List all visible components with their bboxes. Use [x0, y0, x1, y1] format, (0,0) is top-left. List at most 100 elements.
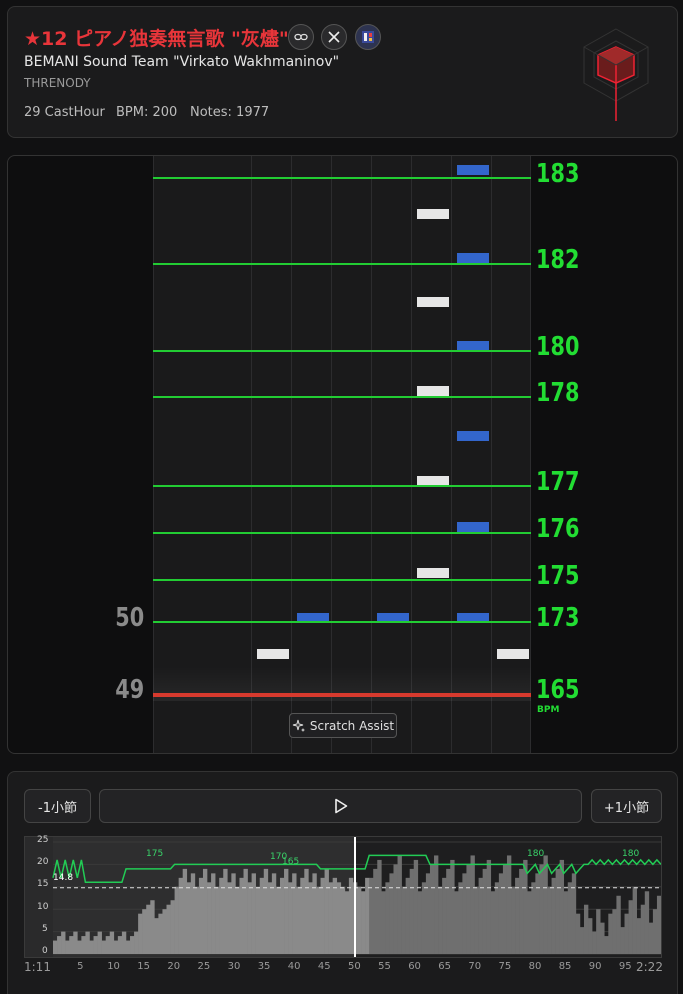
- bpm-change-label: 175: [536, 561, 580, 591]
- density-bar: [312, 873, 317, 954]
- bpm-change-line: [153, 263, 531, 265]
- link-icon: [294, 33, 308, 41]
- density-bar: [397, 855, 402, 954]
- density-bar: [592, 931, 597, 954]
- bpm-change-line: [153, 621, 531, 623]
- density-bar: [267, 882, 273, 954]
- density-bar: [105, 936, 111, 954]
- density-bar: [567, 882, 573, 954]
- density-bar: [81, 936, 86, 954]
- density-bar: [109, 931, 115, 954]
- bpm-change-line: [153, 579, 531, 581]
- radar-chart-icon: [583, 28, 649, 121]
- density-bar: [348, 877, 354, 954]
- note-white: [257, 649, 289, 659]
- density-bar: [190, 873, 196, 954]
- density-bar: [275, 886, 281, 954]
- density-bar: [588, 918, 593, 954]
- density-bar: [284, 868, 289, 954]
- density-bar: [365, 877, 370, 954]
- density-bar: [202, 868, 208, 954]
- open-app-button[interactable]: [355, 24, 381, 50]
- graph-bpm-label: 180: [527, 849, 545, 859]
- density-bar: [227, 882, 232, 954]
- density-bar: [612, 909, 617, 954]
- bpm-change-label: 183: [536, 159, 580, 189]
- x-tick-label: 55: [378, 961, 391, 972]
- density-bar: [377, 859, 382, 954]
- x-tick-label: 60: [408, 961, 421, 972]
- density-bar: [134, 931, 139, 954]
- density-bar: [73, 931, 78, 954]
- density-bar: [385, 882, 390, 954]
- density-bar: [117, 936, 123, 954]
- density-bar: [194, 886, 200, 954]
- density-bar: [154, 918, 159, 954]
- density-bar: [543, 855, 548, 954]
- density-bar: [466, 864, 471, 954]
- density-bar: [146, 904, 151, 954]
- density-bar: [454, 891, 459, 954]
- density-bar: [640, 904, 646, 954]
- density-bar: [174, 886, 179, 954]
- density-bar: [235, 886, 240, 954]
- x-tick-label: 90: [588, 961, 602, 972]
- measure-number: 50: [115, 603, 144, 633]
- density-bar: [198, 877, 204, 954]
- density-bpm-graph[interactable]: 25 20 15 10 5 0 14.8 175 170 165 180 180: [24, 835, 662, 958]
- density-bar: [555, 868, 560, 954]
- bpm-unit-label: BPM: [537, 705, 560, 715]
- density-bar: [344, 891, 350, 954]
- x-tick-label: 65: [438, 961, 452, 972]
- play-button[interactable]: [99, 789, 582, 823]
- chart-scroll-view[interactable]: 183 182 180 178 177 176 175 173 50 165 B…: [7, 155, 678, 754]
- density-bar: [409, 868, 415, 954]
- graph-canvas[interactable]: [25, 837, 662, 957]
- density-bar: [186, 882, 192, 954]
- prev-measure-button[interactable]: -1小節: [24, 789, 91, 823]
- graph-bpm-label: 180: [622, 849, 640, 859]
- note-white: [417, 386, 449, 396]
- density-bar: [85, 931, 90, 954]
- density-bar: [215, 886, 220, 954]
- density-bar: [381, 891, 386, 954]
- density-bar: [357, 886, 362, 954]
- share-x-button[interactable]: [321, 24, 347, 50]
- note-blue: [457, 522, 489, 532]
- density-bar: [340, 886, 346, 954]
- density-bar: [405, 877, 410, 954]
- next-measure-button[interactable]: +1小節: [591, 789, 662, 823]
- density-bar: [207, 882, 212, 954]
- density-bar: [231, 873, 236, 954]
- density-bar: [596, 909, 601, 954]
- x-tick-label: 40: [287, 961, 301, 972]
- density-bar: [304, 868, 309, 954]
- artist-name: BEMANI Sound Team "Virkato Wakhmaninov": [24, 54, 340, 70]
- density-bar: [255, 886, 261, 954]
- density-bar: [515, 877, 520, 954]
- density-bar: [77, 940, 82, 954]
- density-bar: [575, 913, 581, 954]
- note-white: [417, 297, 449, 307]
- y-tick-label: 15: [37, 879, 49, 889]
- density-bar: [608, 913, 613, 954]
- y-tick-label: 0: [42, 946, 48, 956]
- density-bar: [121, 931, 127, 954]
- density-bar: [288, 882, 293, 954]
- density-bar: [223, 868, 228, 954]
- density-bar: [527, 891, 532, 954]
- density-bar: [211, 873, 216, 954]
- copy-link-button[interactable]: [288, 24, 314, 50]
- density-bar: [462, 873, 467, 954]
- x-tick-label: 35: [257, 961, 271, 972]
- density-bar: [547, 886, 552, 954]
- density-bar: [486, 859, 492, 954]
- bpm-change-line: [153, 396, 531, 398]
- density-bar: [511, 886, 516, 954]
- y-tick-label: 10: [37, 902, 49, 912]
- graph-bpm-label: 175: [146, 849, 164, 859]
- average-density-label: 14.8: [53, 873, 74, 883]
- density-bar: [506, 855, 512, 954]
- density-bar: [219, 877, 224, 954]
- scratch-assist-button[interactable]: Scratch Assist: [289, 713, 397, 738]
